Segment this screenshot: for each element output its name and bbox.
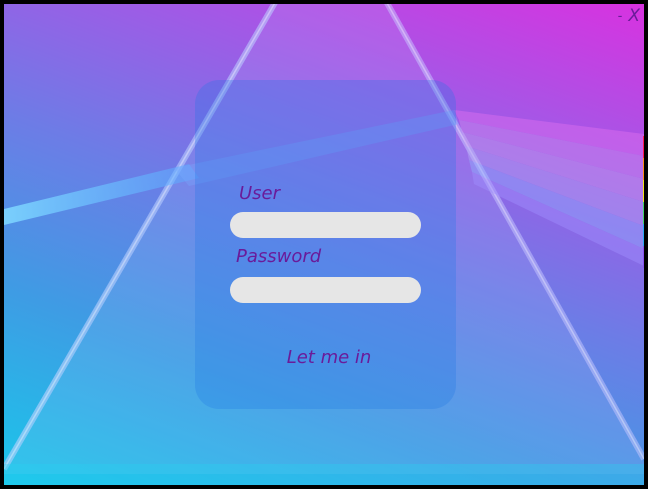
window-controls: - X	[618, 6, 640, 26]
login-window: - X User Password Let me in	[4, 4, 644, 485]
login-button[interactable]: Let me in	[259, 342, 399, 372]
minimize-button[interactable]: -	[618, 9, 623, 24]
user-label: User	[239, 183, 281, 204]
password-label: Password	[236, 246, 322, 267]
spectrum-bands	[643, 136, 644, 268]
user-input[interactable]	[230, 212, 421, 238]
password-input[interactable]	[230, 277, 421, 303]
close-button[interactable]: X	[628, 6, 640, 26]
bottom-glow	[4, 464, 644, 485]
